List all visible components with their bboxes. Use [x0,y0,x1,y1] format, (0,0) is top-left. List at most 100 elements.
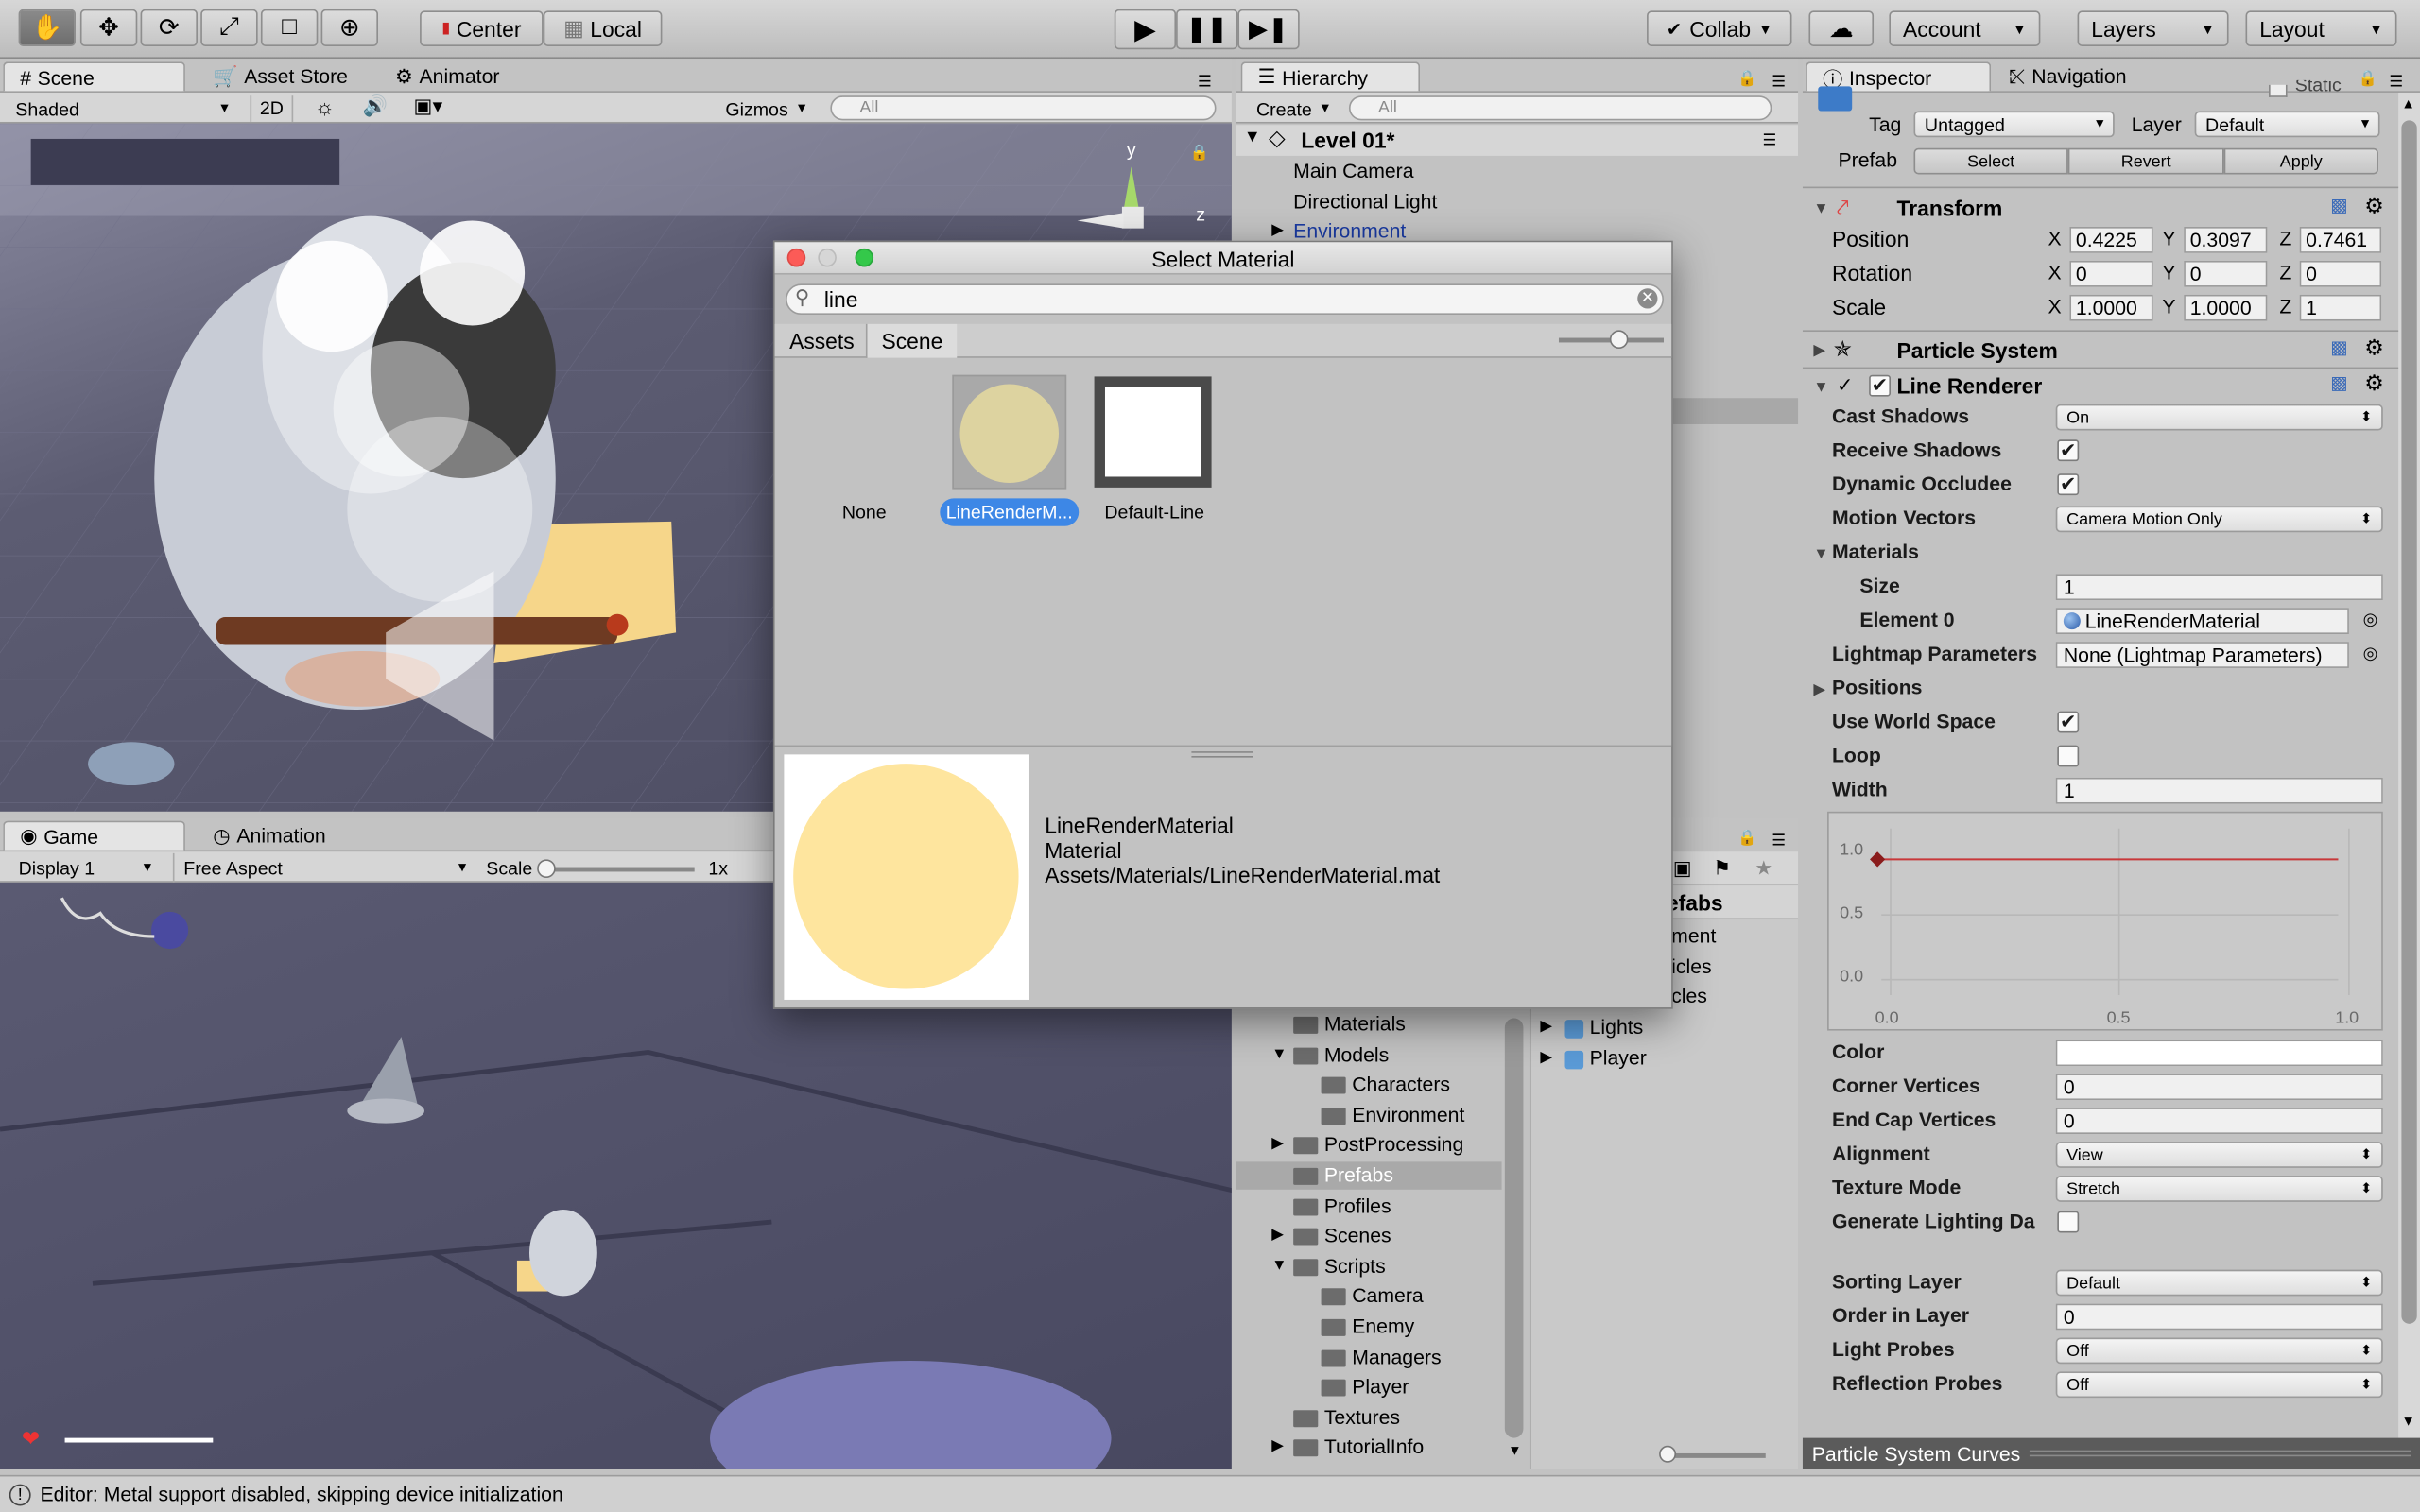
rotation-x-field[interactable]: 0 [2069,260,2153,287]
alignment-dropdown[interactable]: View [2055,1142,2383,1168]
texture-mode-dropdown[interactable]: Stretch [2055,1176,2383,1202]
prefab-apply-button[interactable]: Apply [2223,147,2378,175]
collab-dropdown[interactable]: ✔ Collab ▼ [1647,10,1792,46]
rect-tool-icon[interactable]: □ [260,9,319,46]
filter-type-icon[interactable]: ▣ [1673,856,1692,881]
lock-icon[interactable]: 🔒 [1190,145,1209,162]
line-renderer-header[interactable]: Line Renderer [1897,373,2043,398]
asset-size-slider[interactable] [1660,1452,1766,1458]
gizmos-dropdown[interactable]: Gizmos [717,94,815,124]
folder-item[interactable]: TutorialInfo [1293,1435,1424,1458]
asset-item[interactable]: Player [1564,1046,1647,1069]
materials-label[interactable]: Materials [1832,540,1919,562]
particle-system-curves-bar[interactable]: Particle System Curves [1802,1437,2420,1469]
object-picker-icon[interactable]: ◎ [2363,610,2378,630]
width-field[interactable]: 1 [2055,777,2383,804]
panel-menu-icon[interactable]: ☰ [1762,132,1776,149]
tab-hierarchy[interactable]: ☰ Hierarchy [1240,61,1421,92]
scale-z-field[interactable]: 1 [2299,294,2382,321]
scale-tool-icon[interactable]: ⤢ [200,9,258,46]
tab-assets[interactable]: Assets [778,323,868,358]
loop-checkbox[interactable] [2057,745,2080,767]
color-field[interactable] [2055,1040,2383,1067]
panel-menu-icon[interactable]: ☰ [1772,833,1786,850]
foldout-down-icon[interactable]: ▼ [1813,200,1828,217]
shading-mode-dropdown[interactable]: Shaded [7,94,238,124]
tab-scene[interactable]: Scene [867,323,958,358]
tag-dropdown[interactable]: Untagged [1913,111,2115,138]
scene-search-input[interactable]: All [830,95,1217,121]
tab-game[interactable]: ◉ Game [3,820,185,850]
dynamic-occludee-checkbox[interactable]: ✔ [2057,473,2080,496]
hierarchy-item[interactable]: Environment [1293,219,1406,242]
position-z-field[interactable]: 0.7461 [2299,227,2382,253]
folder-item[interactable]: Textures [1293,1405,1400,1429]
tab-asset-store[interactable]: 🛒 Asset Store [198,61,363,91]
foldout-right-icon[interactable]: ▶ [1813,682,1825,699]
end-cap-vertices-field[interactable]: 0 [2055,1108,2383,1134]
project-folder-scrollbar[interactable] [1504,1018,1524,1438]
positions-label[interactable]: Positions [1832,676,1923,698]
layers-dropdown[interactable]: Layers ▼ [2077,10,2229,46]
expand-arrow-icon[interactable]: ▼ [1271,1257,1287,1274]
sorting-layer-dropdown[interactable]: Default [2055,1269,2383,1297]
folder-item[interactable]: Scripts [1293,1254,1386,1278]
cloud-button[interactable]: ☁ [1808,10,1875,46]
folder-item[interactable]: Camera [1321,1284,1424,1307]
panel-menu-icon[interactable]: ☰ [2389,74,2403,91]
corner-vertices-field[interactable]: 0 [2055,1074,2383,1101]
rotation-y-field[interactable]: 0 [2184,260,2268,287]
aspect-dropdown[interactable]: Free Aspect [172,852,475,883]
line-renderer-enabled-checkbox[interactable]: ✔ [1869,375,1892,397]
collapse-arrow-icon[interactable]: ▶ [1271,1438,1284,1455]
asset-item[interactable]: ment [1671,924,1716,947]
generate-lighting-checkbox[interactable] [2057,1211,2080,1233]
star-icon[interactable]: ★ [1754,856,1772,881]
rotation-z-field[interactable]: 0 [2299,260,2382,287]
selected-row[interactable] [1671,398,1799,424]
foldout-down-icon[interactable]: ▼ [1813,380,1828,397]
scale-slider[interactable] [540,867,695,872]
motion-vectors-dropdown[interactable]: Camera Motion Only [2055,506,2383,533]
lock-icon[interactable]: 🔒 [1737,71,1756,88]
expand-arrow-icon[interactable]: ▶ [1540,1019,1552,1036]
hierarchy-item[interactable]: Main Camera [1293,159,1413,181]
pivot-local-button[interactable]: ▦ Local [543,10,663,46]
inspector-scroll-thumb[interactable] [2401,120,2417,1324]
expand-arrow-icon[interactable]: ▶ [1540,1049,1552,1066]
expand-arrow-icon[interactable]: ▼ [1244,129,1261,147]
asset-size-slider-handle[interactable] [1659,1445,1677,1463]
step-button[interactable]: ▶❚ [1237,9,1300,50]
use-world-space-checkbox[interactable]: ✔ [2057,711,2080,733]
help-icon[interactable]: ▩ [2330,195,2348,216]
asset-item[interactable]: Lights [1564,1015,1643,1039]
tag-icon[interactable]: ⚑ [1713,856,1731,881]
scale-slider-handle[interactable] [537,859,556,878]
scale-y-field[interactable]: 1.0000 [2184,294,2268,321]
preview-splitter[interactable] [1191,751,1253,758]
gear-icon[interactable]: ⚙ [2364,193,2384,219]
folder-item[interactable]: Scenes [1293,1224,1392,1246]
folder-item[interactable]: Materials [1293,1012,1406,1036]
transform-header[interactable]: Transform [1897,196,2003,220]
folder-item[interactable]: Models [1293,1042,1389,1066]
folder-item[interactable]: PostProcessing [1293,1133,1463,1156]
collapse-arrow-icon[interactable]: ▶ [1271,1227,1284,1244]
collapse-arrow-icon[interactable]: ▶ [1271,1136,1284,1153]
clear-search-icon[interactable]: ✕ [1637,288,1658,309]
transform-tool-icon[interactable]: ⊕ [320,9,378,46]
panel-menu-icon[interactable]: ☰ [1198,74,1212,91]
object-picker-icon[interactable]: ◎ [2363,644,2378,663]
scroll-up-icon[interactable]: ▲ [2401,95,2415,111]
position-y-field[interactable]: 0.3097 [2184,227,2268,253]
expand-arrow-icon[interactable]: ▶ [1271,222,1284,239]
layer-dropdown[interactable]: Default [2194,111,2380,138]
tab-animator[interactable]: ⚙ Animator [380,61,515,91]
folder-item[interactable]: Profiles [1293,1194,1392,1217]
scroll-down-icon[interactable]: ▼ [2401,1414,2415,1429]
effects-toggle-icon[interactable]: ▣▾ [414,94,443,119]
scale-x-field[interactable]: 1.0000 [2069,294,2153,321]
folder-item[interactable]: Player [1321,1375,1409,1398]
tab-animation[interactable]: ◷ Animation [198,821,341,850]
move-tool-icon[interactable]: ✥ [79,9,138,46]
